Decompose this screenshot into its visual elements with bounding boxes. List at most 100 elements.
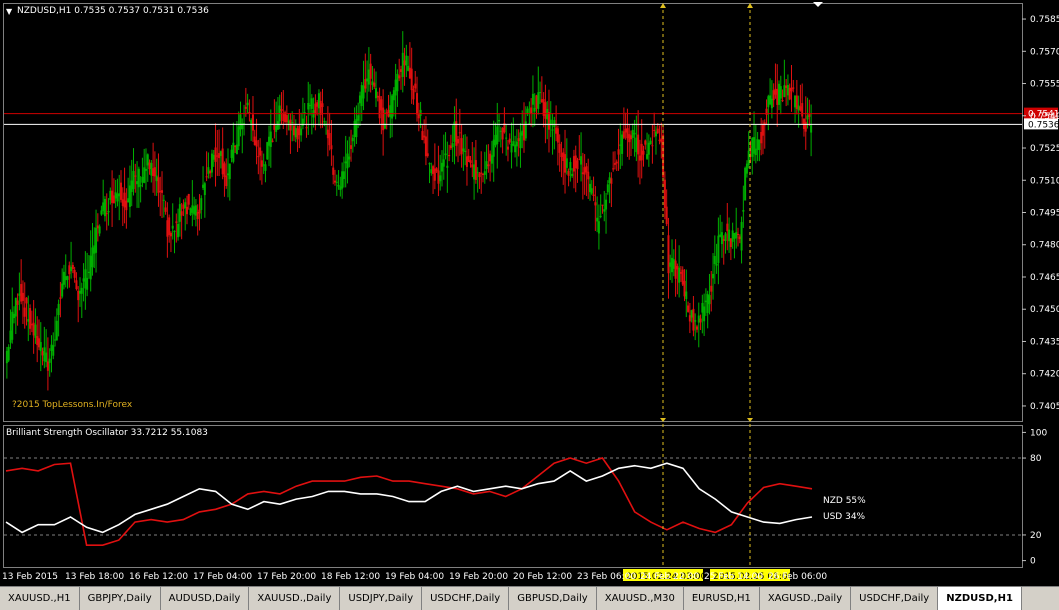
candle-body xyxy=(708,295,711,305)
candle-body xyxy=(551,129,554,131)
chart-tab[interactable]: GBPUSD,Daily xyxy=(509,587,597,610)
candle-body xyxy=(239,114,242,130)
chart-tab[interactable]: XAUUSD.,Daily xyxy=(249,587,341,610)
candle-body xyxy=(665,206,668,225)
candle-body xyxy=(253,136,256,146)
candle-body xyxy=(533,107,536,112)
candle-body xyxy=(553,120,556,127)
candle-body xyxy=(663,179,666,208)
candle-body xyxy=(546,108,549,120)
candle-body xyxy=(77,290,80,301)
candle-body xyxy=(218,153,221,159)
candle-body xyxy=(761,124,764,136)
candle-body xyxy=(205,176,208,178)
chart-tab[interactable]: USDCHF,Daily xyxy=(851,587,939,610)
y-tick-label: 0.7555 xyxy=(1030,80,1059,90)
candle-body xyxy=(227,173,230,176)
candle-body xyxy=(221,148,224,175)
candle-body xyxy=(760,131,763,144)
chart-tab[interactable]: XAGUSD.,Daily xyxy=(760,587,852,610)
candle-body xyxy=(457,139,460,144)
candle-body xyxy=(96,225,99,229)
price-chart[interactable]: 0.75410.7536 2015.02.24 03:00 2015.02.25 … xyxy=(0,0,1059,586)
x-tick-label: 24 Feb 22:00 xyxy=(640,572,699,582)
candle-body xyxy=(446,165,449,168)
candle-body xyxy=(300,128,303,136)
candle-body xyxy=(41,351,44,356)
candle-body xyxy=(132,171,135,190)
symbol-header: NZDUSD,H1 0.7535 0.7537 0.7531 0.7536 xyxy=(17,6,209,16)
symbol-header-arrow-icon[interactable]: ▼ xyxy=(6,7,12,16)
candle-body xyxy=(544,102,547,119)
chart-tab[interactable]: USDCHF,Daily xyxy=(422,587,510,610)
chart-tab[interactable]: GBPJPY,Daily xyxy=(80,587,161,610)
chart-tab[interactable]: EURUSD,H1 xyxy=(684,587,760,610)
candle-body xyxy=(647,142,650,155)
candle-body xyxy=(194,205,197,216)
candle-body xyxy=(712,273,715,279)
candle-body xyxy=(333,180,336,183)
candle-body xyxy=(251,114,254,131)
candle-body xyxy=(606,184,609,193)
y-tick-label: 0.7495 xyxy=(1030,209,1059,219)
chart-tab[interactable]: AUDUSD,Daily xyxy=(161,587,250,610)
candle-body xyxy=(59,297,62,300)
candle-body xyxy=(141,176,144,183)
candle-body xyxy=(715,263,718,266)
candle-body xyxy=(626,128,629,139)
candle-body xyxy=(219,151,222,157)
ticks-group: 0.7585 0.7570 0.7555 0.7540 0.7525 0.7510 0.74… xyxy=(2,15,1059,582)
candle-body xyxy=(779,86,782,99)
candle-body xyxy=(653,129,656,131)
candle-body xyxy=(316,102,319,107)
candle-body xyxy=(519,132,522,149)
candle-body xyxy=(82,278,85,282)
candle-body xyxy=(804,121,807,132)
candle-body xyxy=(335,181,338,183)
candle-body xyxy=(305,127,308,129)
shift-marker-icon[interactable] xyxy=(813,2,823,7)
candle-body xyxy=(726,223,729,232)
candle-body xyxy=(710,285,713,292)
chart-tab[interactable]: XAUUSD.,M30 xyxy=(597,587,684,610)
candle-body xyxy=(337,185,340,187)
chart-tab[interactable]: NZDUSD,H1 xyxy=(938,587,1022,610)
candle-body xyxy=(341,171,344,189)
legend-nzd: NZD 55% xyxy=(823,496,866,506)
candle-body xyxy=(235,144,238,155)
candle-body xyxy=(776,88,779,105)
candle-body xyxy=(27,319,30,322)
candle-body xyxy=(480,172,483,174)
candle-body xyxy=(70,266,73,272)
candle-body xyxy=(435,168,438,172)
candle-body xyxy=(66,276,69,280)
candle-body xyxy=(806,115,809,120)
candle-body xyxy=(332,167,335,175)
candle-body xyxy=(603,209,606,212)
candle-body xyxy=(505,137,508,139)
candle-body xyxy=(728,229,731,242)
candle-body xyxy=(348,156,351,160)
candle-body xyxy=(178,204,181,222)
candle-body xyxy=(5,350,8,364)
candle-body xyxy=(729,238,732,248)
candle-body xyxy=(619,144,622,146)
candle-body xyxy=(667,235,670,274)
candle-body xyxy=(569,162,572,171)
x-tick-label: 18 Feb 12:00 xyxy=(321,572,380,582)
chart-tab[interactable]: USDJPY,Daily xyxy=(340,587,423,610)
candle-body xyxy=(699,318,702,323)
candle-body xyxy=(498,119,501,122)
candle-body xyxy=(291,121,294,123)
candle-body xyxy=(259,147,262,156)
candle-body xyxy=(152,168,155,176)
candle-body xyxy=(414,83,417,89)
candle-body xyxy=(685,291,688,299)
candle-body xyxy=(214,147,217,162)
candle-body xyxy=(116,193,119,202)
candle-body xyxy=(605,199,608,210)
candle-body xyxy=(521,130,524,136)
chart-tab[interactable]: XAUUSD.,H1 xyxy=(0,587,80,610)
candle-body xyxy=(180,211,183,216)
candle-body xyxy=(75,280,78,290)
